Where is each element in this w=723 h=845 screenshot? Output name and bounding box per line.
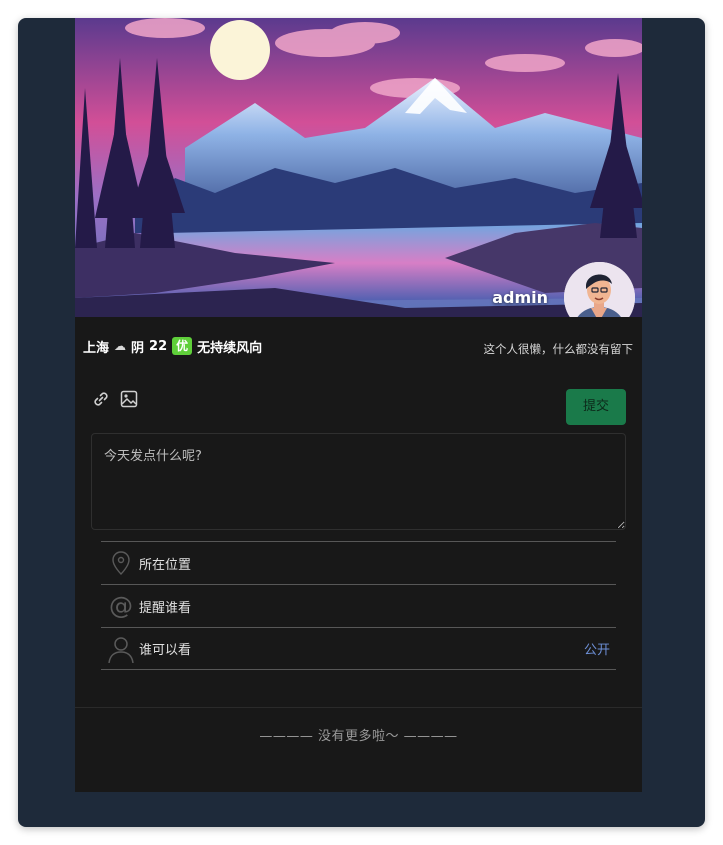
post-content-input[interactable] bbox=[91, 433, 626, 530]
cloud-icon: ☁ bbox=[114, 339, 127, 353]
visibility-row[interactable]: 谁可以看 公开 bbox=[101, 627, 616, 670]
cover-image: admin bbox=[75, 18, 642, 317]
visibility-value[interactable]: 公开 bbox=[584, 639, 610, 658]
air-quality-badge: 优 bbox=[172, 337, 193, 355]
profile-username[interactable]: admin bbox=[492, 288, 548, 307]
weather-condition: 阴 bbox=[131, 340, 145, 356]
weather-wind: 无持续风向 bbox=[197, 340, 263, 356]
moments-panel: admin 上海 ☁ 阴 22 优 无持续风向 这个人很懒，什么都没有留下 提交… bbox=[75, 18, 642, 792]
submit-button[interactable]: 提交 bbox=[566, 389, 626, 425]
feed-end-text: ———— 没有更多啦～ ———— bbox=[259, 729, 458, 744]
app-window: admin 上海 ☁ 阴 22 优 无持续风向 这个人很懒，什么都没有留下 提交… bbox=[18, 18, 705, 827]
feed-divider bbox=[75, 707, 642, 708]
mention-row[interactable]: @ 提醒谁看 bbox=[101, 584, 616, 627]
user-icon bbox=[105, 633, 137, 665]
mention-label: 提醒谁看 bbox=[139, 600, 192, 616]
profile-signature: 这个人很懒，什么都没有留下 bbox=[483, 342, 634, 356]
cover-landscape-illustration bbox=[75, 18, 642, 317]
weather-temperature: 22 bbox=[149, 338, 168, 354]
location-pin-icon bbox=[105, 547, 137, 579]
link-icon[interactable] bbox=[91, 389, 111, 409]
visibility-label: 谁可以看 bbox=[139, 643, 192, 658]
at-icon: @ bbox=[109, 592, 133, 620]
weather-city: 上海 bbox=[83, 340, 110, 356]
location-label: 所在位置 bbox=[139, 557, 192, 573]
image-icon[interactable] bbox=[119, 389, 139, 409]
location-row[interactable]: 所在位置 bbox=[101, 541, 616, 584]
weather-bar: 上海 ☁ 阴 22 优 无持续风向 bbox=[83, 336, 262, 356]
